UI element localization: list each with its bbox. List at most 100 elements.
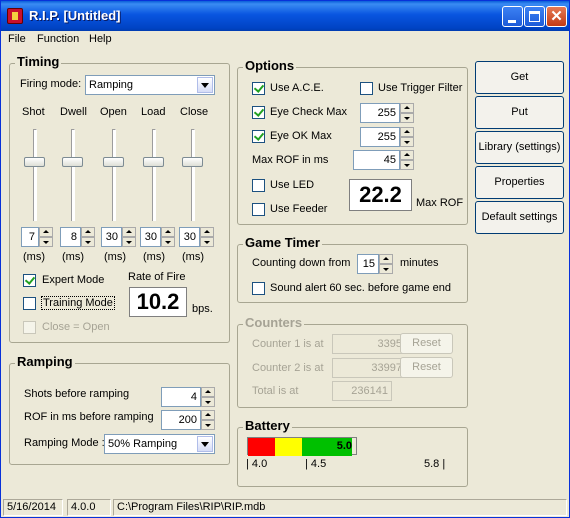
maximize-button[interactable] — [524, 6, 545, 27]
window-title: R.I.P. [Untitled] — [29, 8, 121, 23]
shot-value[interactable]: 7 — [21, 227, 39, 247]
use-ace-checkbox[interactable] — [252, 82, 265, 95]
shot-spinner[interactable]: 7 — [21, 227, 53, 247]
shot-slider-thumb[interactable] — [24, 157, 45, 167]
reset-counter2-button[interactable]: Reset — [400, 357, 453, 378]
app-icon — [7, 8, 23, 24]
max-rof-up-icon[interactable] — [400, 150, 414, 160]
dwell-slider-thumb[interactable] — [62, 157, 83, 167]
shot-slider-track[interactable] — [33, 129, 37, 221]
use-led-checkbox[interactable] — [252, 179, 265, 192]
eye-check-up-icon[interactable] — [400, 103, 414, 113]
ramping-mode-label: Ramping Mode : — [24, 437, 105, 449]
close-open-label[interactable]: Close = Open — [42, 321, 110, 333]
load-value[interactable]: 30 — [140, 227, 161, 247]
get-button[interactable]: Get — [475, 61, 564, 94]
close-open-checkbox[interactable] — [23, 321, 36, 334]
dwell-slider-track[interactable] — [71, 129, 75, 221]
dwell-value[interactable]: 8 — [60, 227, 81, 247]
eye-check-down-icon[interactable] — [400, 113, 414, 123]
chevron-down-icon[interactable] — [197, 77, 213, 93]
open-up-icon[interactable] — [122, 227, 136, 237]
minutes-up-icon[interactable] — [379, 254, 393, 264]
expert-mode-checkbox[interactable] — [23, 274, 36, 287]
max-rof-value[interactable]: 45 — [353, 150, 400, 170]
close-slider-track[interactable] — [191, 129, 195, 221]
open-value[interactable]: 30 — [101, 227, 122, 247]
shots-up-icon[interactable] — [201, 387, 215, 397]
dwell-spinner[interactable]: 8 — [60, 227, 95, 247]
close-up-icon[interactable] — [200, 227, 214, 237]
menu-function[interactable]: Function — [37, 33, 79, 45]
menu-file[interactable]: File — [8, 33, 26, 45]
eye-ok-max-spinner[interactable]: 255 — [360, 127, 414, 147]
use-feeder-checkbox[interactable] — [252, 203, 265, 216]
rof-down-icon[interactable] — [201, 420, 215, 430]
use-trigger-filter-label[interactable]: Use Trigger Filter — [378, 82, 462, 94]
eye-check-max-value[interactable]: 255 — [360, 103, 400, 123]
eye-check-max-checkbox[interactable] — [252, 106, 265, 119]
load-slider-thumb[interactable] — [143, 157, 164, 167]
close-slider-thumb[interactable] — [182, 157, 203, 167]
eye-check-max-spinner[interactable]: 255 — [360, 103, 414, 123]
counter1-field: 3395 — [332, 334, 406, 354]
firing-mode-select[interactable]: Ramping — [85, 75, 215, 95]
open-spinner[interactable]: 30 — [101, 227, 136, 247]
menu-help[interactable]: Help — [89, 33, 112, 45]
use-led-label[interactable]: Use LED — [270, 179, 314, 191]
eye-check-max-label[interactable]: Eye Check Max — [270, 106, 347, 118]
sound-alert-checkbox[interactable] — [252, 282, 265, 295]
title-bar[interactable]: R.I.P. [Untitled] ✕ — [1, 1, 569, 31]
counting-down-label: Counting down from — [252, 257, 351, 269]
shot-up-icon[interactable] — [39, 227, 53, 237]
expert-mode-label[interactable]: Expert Mode — [42, 274, 104, 286]
put-button[interactable]: Put — [475, 96, 564, 129]
load-slider-track[interactable] — [152, 129, 156, 221]
open-slider-thumb[interactable] — [103, 157, 124, 167]
load-spinner[interactable]: 30 — [140, 227, 175, 247]
training-mode-checkbox[interactable] — [23, 297, 36, 310]
eye-ok-up-icon[interactable] — [400, 127, 414, 137]
use-ace-label[interactable]: Use A.C.E. — [270, 82, 324, 94]
rof-before-ramping-value[interactable]: 200 — [161, 410, 201, 430]
close-down-icon[interactable] — [200, 237, 214, 247]
load-down-icon[interactable] — [161, 237, 175, 247]
use-trigger-filter-checkbox[interactable] — [360, 82, 373, 95]
dwell-down-icon[interactable] — [81, 237, 95, 247]
load-up-icon[interactable] — [161, 227, 175, 237]
use-feeder-label[interactable]: Use Feeder — [270, 203, 327, 215]
library-settings-button[interactable]: Library (settings) — [475, 131, 564, 164]
max-rof-spinner[interactable]: 45 — [353, 150, 414, 170]
shot-down-icon[interactable] — [39, 237, 53, 247]
sound-alert-label[interactable]: Sound alert 60 sec. before game end — [270, 282, 451, 294]
training-mode-label[interactable]: Training Mode — [41, 296, 115, 310]
shots-before-ramping-spinner[interactable]: 4 — [161, 387, 215, 407]
shots-down-icon[interactable] — [201, 397, 215, 407]
close-button[interactable]: ✕ — [546, 6, 567, 27]
minimize-button[interactable] — [502, 6, 523, 27]
status-version: 4.0.0 — [67, 499, 111, 516]
open-slider-track[interactable] — [112, 129, 116, 221]
chevron-down-icon[interactable] — [197, 436, 213, 452]
open-down-icon[interactable] — [122, 237, 136, 247]
dwell-up-icon[interactable] — [81, 227, 95, 237]
max-rof-down-icon[interactable] — [400, 160, 414, 170]
properties-button[interactable]: Properties — [475, 166, 564, 199]
shots-before-ramping-label: Shots before ramping — [24, 388, 130, 400]
rof-up-icon[interactable] — [201, 410, 215, 420]
close-value[interactable]: 30 — [179, 227, 200, 247]
battery-value: 5.0 — [336, 440, 352, 452]
eye-ok-down-icon[interactable] — [400, 137, 414, 147]
minutes-down-icon[interactable] — [379, 264, 393, 274]
eye-ok-max-value[interactable]: 255 — [360, 127, 400, 147]
eye-ok-max-label[interactable]: Eye OK Max — [270, 130, 332, 142]
reset-counter1-button[interactable]: Reset — [400, 333, 453, 354]
rof-before-ramping-spinner[interactable]: 200 — [161, 410, 215, 430]
shots-before-ramping-value[interactable]: 4 — [161, 387, 201, 407]
close-spinner[interactable]: 30 — [179, 227, 214, 247]
minutes-value[interactable]: 15 — [357, 254, 379, 274]
eye-ok-max-checkbox[interactable] — [252, 130, 265, 143]
minutes-spinner[interactable]: 15 — [357, 254, 393, 274]
default-settings-button[interactable]: Default settings — [475, 201, 564, 234]
ramping-mode-select[interactable]: 50% Ramping — [104, 434, 215, 454]
